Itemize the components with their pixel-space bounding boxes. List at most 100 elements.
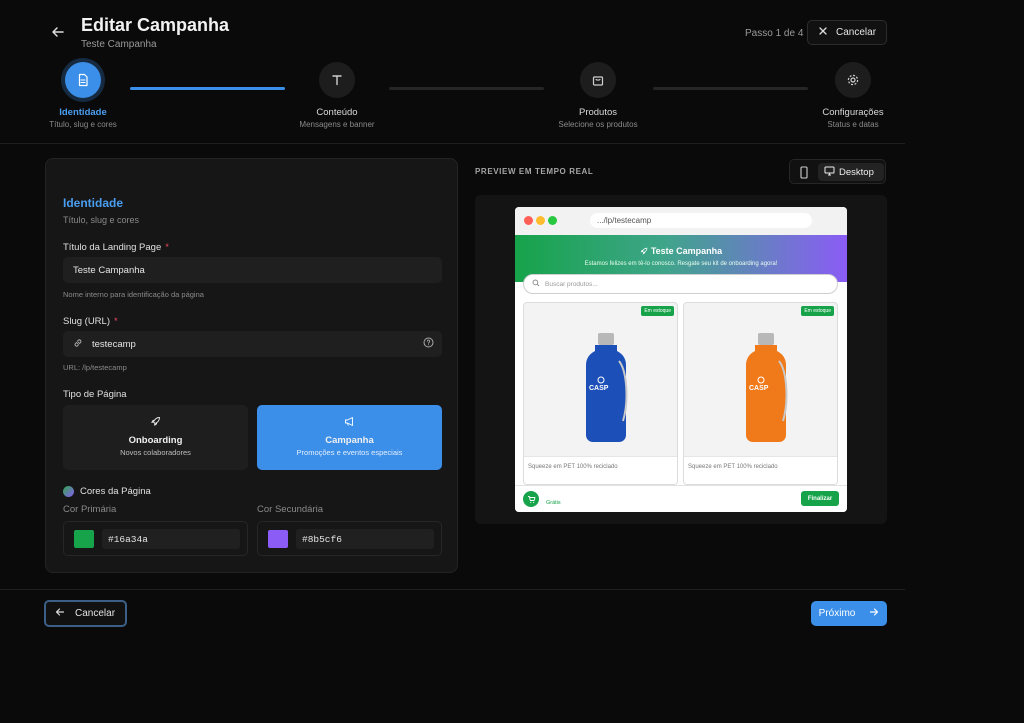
window-minimize-dot	[536, 216, 545, 225]
desktop-toggle-button[interactable]: Desktop	[818, 163, 884, 181]
page-colors-label: Cores da Página	[80, 486, 151, 497]
window-maximize-dot	[548, 216, 557, 225]
hero-title-text: Teste Campanha	[650, 246, 723, 256]
link-icon	[73, 338, 83, 351]
page-colors-heading: Cores da Página	[63, 486, 151, 497]
type-option-onboarding[interactable]: Onboarding Novos colaboradores	[63, 405, 248, 470]
stock-badge: Em estoque	[801, 306, 834, 316]
required-mark: *	[165, 242, 169, 253]
back-arrow-icon[interactable]	[50, 24, 66, 40]
product-caption: Squeeze em PET 100% reciclado	[684, 456, 837, 484]
gear-icon	[835, 62, 871, 98]
secondary-color-label: Cor Secundária	[257, 504, 324, 515]
secondary-color-swatch[interactable]	[268, 530, 288, 548]
primary-color-label: Cor Primária	[63, 504, 117, 515]
window-close-dot	[524, 216, 533, 225]
step-identidade[interactable]: Identidade Título, slug e cores	[13, 62, 153, 129]
slug-field-label-text: Slug (URL)	[63, 316, 110, 327]
text-icon	[319, 62, 355, 98]
secondary-color-picker[interactable]: #8b5cf6	[257, 521, 442, 556]
browser-bar: .../lp/testecamp	[515, 207, 847, 235]
page-subtitle: Teste Campanha	[81, 39, 157, 50]
monitor-icon	[824, 166, 835, 179]
finalize-button: Finalizar	[801, 491, 839, 506]
rocket-icon	[63, 416, 248, 430]
close-icon	[818, 26, 828, 39]
preview-search-input: Buscar produtos...	[523, 274, 838, 294]
product-caption: Squeeze em PET 100% reciclado	[524, 456, 677, 484]
browser-mockup: .../lp/testecamp Teste Campanha Estamos …	[515, 207, 847, 512]
cancel-footer-label: Cancelar	[75, 608, 116, 619]
step-sub: Selecione os produtos	[558, 120, 638, 129]
section-title: Identidade	[63, 196, 124, 210]
step-connector	[389, 87, 544, 90]
step-indicator: Passo 1 de 4	[745, 28, 804, 39]
type-title: Campanha	[325, 435, 374, 446]
preview-panel: .../lp/testecamp Teste Campanha Estamos …	[475, 195, 887, 524]
primary-color-picker[interactable]: #16a34a	[63, 521, 248, 556]
footer-divider	[0, 589, 905, 590]
desktop-label: Desktop	[839, 166, 874, 178]
next-button-label: Próximo	[818, 608, 856, 619]
type-sub: Promoções e eventos especiais	[296, 448, 403, 457]
slug-hint: URL: /lp/testecamp	[63, 363, 127, 372]
page-title: Editar Campanha	[81, 15, 230, 35]
step-sub: Status e datas	[827, 120, 879, 129]
step-label: Conteúdo	[316, 107, 358, 118]
hero-subtitle: Estamos felizes em tê-lo conosco. Resgat…	[584, 261, 778, 267]
free-label: Grátis	[546, 500, 561, 506]
cancel-button[interactable]: Cancelar	[807, 20, 887, 45]
rocket-icon	[640, 247, 648, 257]
step-produtos[interactable]: Produtos Selecione os produtos	[528, 62, 668, 129]
step-configuracoes[interactable]: Configurações Status e datas	[783, 62, 923, 129]
type-sub: Novos colaboradores	[120, 448, 191, 457]
slug-field-label: Slug (URL) *	[63, 316, 118, 327]
cancel-footer-button[interactable]: Cancelar	[44, 600, 127, 627]
preview-cart-bar: Grátis Finalizar	[515, 485, 847, 512]
slug-value: testecamp	[92, 338, 136, 350]
stock-badge: Em estoque	[641, 306, 674, 316]
step-label: Produtos	[578, 107, 618, 118]
product-card: Em estoque CASP Squeeze em PET 100% reci…	[683, 302, 838, 485]
hero-title: Teste Campanha	[515, 246, 847, 257]
header-divider	[0, 143, 905, 144]
cancel-button-label: Cancelar	[836, 27, 877, 38]
step-sub: Título, slug e cores	[49, 120, 117, 129]
bottle-image: CASP	[741, 333, 791, 443]
secondary-color-input[interactable]: #8b5cf6	[296, 529, 434, 549]
title-field-label: Título da Landing Page *	[63, 242, 169, 253]
primary-color-input[interactable]: #16a34a	[102, 529, 240, 549]
cart-icon	[523, 491, 539, 507]
bottle-image: CASP	[581, 333, 631, 443]
type-title: Onboarding	[128, 435, 183, 446]
megaphone-icon	[257, 416, 442, 430]
title-input[interactable]: Teste Campanha	[63, 257, 442, 283]
wizard-stepper: Identidade Título, slug e cores Conteúdo…	[0, 62, 1024, 137]
bottle-logo: CASP	[749, 385, 769, 392]
step-label: Configurações	[822, 107, 884, 118]
page-type-label: Tipo de Página	[63, 389, 127, 400]
step-label: Identidade	[59, 107, 107, 118]
palette-icon	[63, 486, 74, 497]
document-icon	[65, 62, 101, 98]
help-icon[interactable]	[423, 337, 434, 351]
type-option-campanha[interactable]: Campanha Promoções e eventos especiais	[257, 405, 442, 470]
product-card: Em estoque CASP Squeeze em PET 100% reci…	[523, 302, 678, 485]
slug-input[interactable]: testecamp	[63, 331, 442, 357]
next-button[interactable]: Próximo	[811, 601, 887, 626]
arrow-left-icon	[55, 607, 65, 620]
step-sub: Mensagens e banner	[299, 120, 375, 129]
bag-icon	[580, 62, 616, 98]
primary-color-swatch[interactable]	[74, 530, 94, 548]
mobile-icon[interactable]	[798, 166, 810, 179]
url-bar: .../lp/testecamp	[590, 213, 812, 228]
bottle-logo: CASP	[589, 385, 609, 392]
identity-form-card: Identidade Título, slug e cores Título d…	[45, 158, 458, 573]
device-toggle: Desktop	[789, 159, 886, 184]
step-conteudo[interactable]: Conteúdo Mensagens e banner	[267, 62, 407, 129]
search-icon	[532, 279, 540, 289]
title-hint: Nome interno para identificação da págin…	[63, 290, 204, 299]
section-subtitle: Título, slug e cores	[63, 215, 140, 225]
page-header: Editar Campanha Teste Campanha Passo 1 d…	[0, 0, 1024, 60]
arrow-right-icon	[869, 607, 879, 620]
